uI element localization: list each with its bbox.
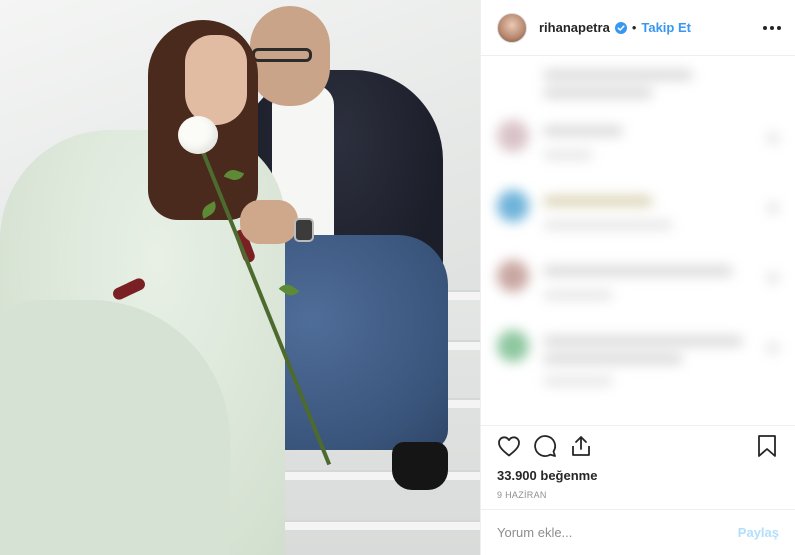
comment-icon[interactable] — [531, 432, 559, 460]
comments-area-blurred — [481, 56, 795, 425]
blurred-comment — [497, 190, 779, 240]
blurred-caption — [497, 64, 779, 104]
follow-button[interactable]: Takip Et — [641, 20, 691, 35]
woman-face — [185, 35, 247, 125]
username-link[interactable]: rihanapetra — [539, 20, 610, 35]
bookmark-icon[interactable] — [753, 432, 781, 460]
heart-icon[interactable] — [495, 432, 523, 460]
man-shoe — [392, 442, 448, 490]
blurred-comment — [497, 120, 779, 170]
action-bar — [481, 425, 795, 465]
blurred-comment — [497, 260, 779, 310]
comment-form: Paylaş — [481, 509, 795, 555]
more-options-icon[interactable] — [763, 20, 781, 36]
hands — [240, 200, 298, 244]
post-side-panel: rihanapetra • Takip Et 33.900 beğenme 9 … — [480, 0, 795, 555]
avatar[interactable] — [497, 12, 527, 43]
post-comment-button[interactable]: Paylaş — [738, 525, 779, 540]
blurred-comment — [497, 330, 779, 390]
share-icon[interactable] — [567, 432, 595, 460]
man-glasses — [252, 48, 312, 62]
separator-dot: • — [631, 20, 637, 35]
white-rose — [178, 116, 218, 154]
verified-badge-icon — [614, 21, 627, 34]
wristwatch — [294, 218, 314, 242]
post-date[interactable]: 9 HAZİRAN — [481, 487, 795, 509]
post-photo[interactable] — [0, 0, 480, 555]
comment-input[interactable] — [497, 525, 738, 540]
likes-count[interactable]: 33.900 beğenme — [481, 465, 795, 487]
instagram-post: rihanapetra • Takip Et 33.900 beğenme 9 … — [0, 0, 795, 555]
post-header: rihanapetra • Takip Et — [481, 0, 795, 56]
